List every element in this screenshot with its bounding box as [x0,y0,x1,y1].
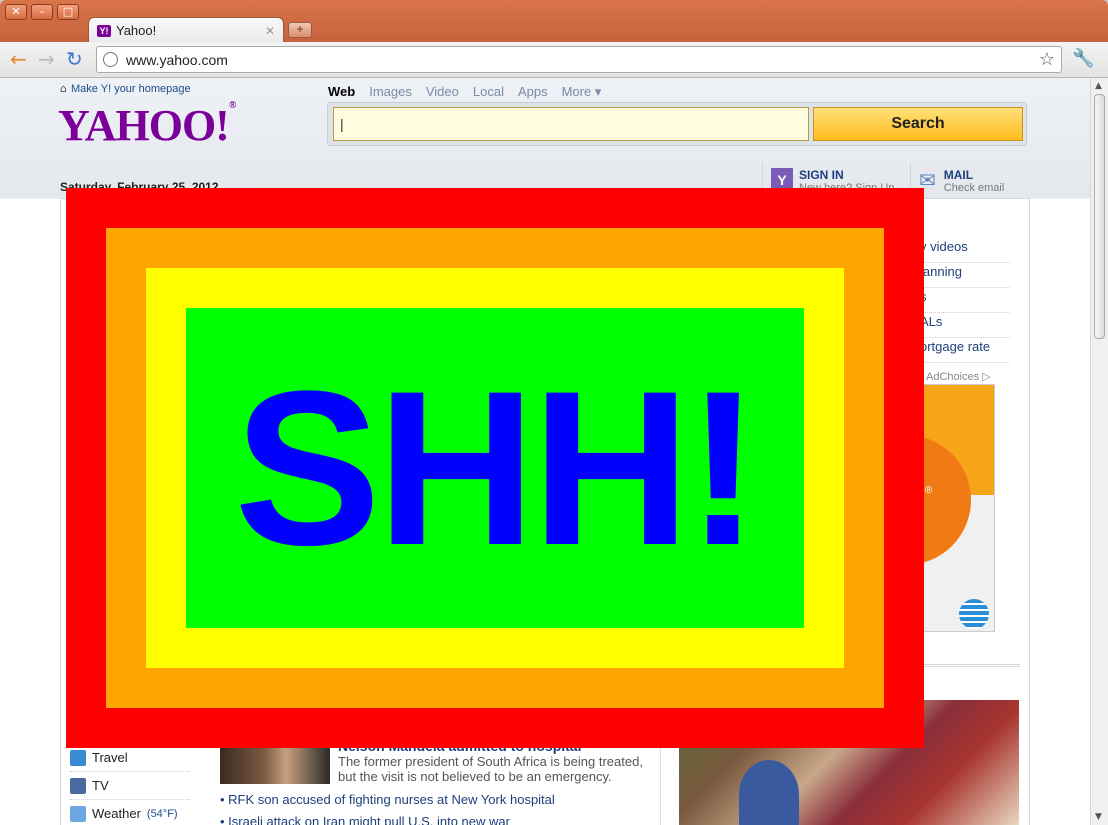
weather-temperature: (54°F) [146,807,178,820]
back-arrow-icon[interactable]: ← [10,48,27,70]
ad-registered-mark: ® [925,485,933,496]
shh-green-panel: SHH! [186,308,804,628]
yahoo-logo[interactable]: YAHOO!® [58,100,237,151]
left-nav: Travel TV Weather (54°F) [70,744,190,825]
weather-icon [70,805,86,822]
reload-icon[interactable]: ↻ [66,48,83,70]
att-globe-icon [959,599,989,629]
shh-overlay: SHH! [66,188,924,748]
tab-more[interactable]: More ▾ [562,84,602,100]
close-tab-icon[interactable]: ✕ [265,24,275,38]
wrench-icon[interactable]: 🔧 [1072,48,1094,69]
search-box: | Search [327,102,1027,146]
tab-title: Yahoo! [116,23,157,38]
tab-yahoo[interactable]: Y! Yahoo! ✕ [88,17,284,43]
nav-label: Weather [92,806,141,821]
new-tab-button[interactable]: + [288,22,312,38]
news-link[interactable]: • RFK son accused of fighting nurses at … [220,792,555,807]
star-icon[interactable]: ☆ [1039,49,1055,70]
travel-icon [70,749,86,766]
minimize-window-button[interactable]: – [31,4,53,20]
scroll-down-icon[interactable]: ▼ [1095,812,1102,822]
news-description: The former president of South Africa is … [338,754,643,784]
right-link[interactable]: s [920,288,1010,313]
tab-local[interactable]: Local [473,84,504,100]
shh-yellow-band: SHH! [146,268,844,668]
video-character [739,760,799,825]
right-link[interactable]: lanning [920,263,1010,288]
close-window-button[interactable]: ✕ [5,4,27,20]
tab-images[interactable]: Images [369,84,412,100]
right-link[interactable]: y videos [920,238,1010,263]
globe-icon [103,52,118,67]
url-text[interactable]: www.yahoo.com [126,52,1039,68]
tab-video[interactable]: Video [426,84,459,100]
nav-item-tv[interactable]: TV [70,772,190,800]
scroll-thumb[interactable] [1094,94,1105,339]
address-bar[interactable]: www.yahoo.com ☆ [96,46,1062,73]
tv-icon [70,777,86,794]
maximize-window-button[interactable]: □ [57,4,79,20]
tab-web[interactable]: Web [328,84,355,100]
nav-label: TV [92,778,109,793]
mail-subtitle: Check email [943,182,1005,194]
shh-text: SHH! [234,345,760,591]
home-icon: ⌂ [60,82,67,95]
search-tabs: Web Images Video Local Apps More ▾ [328,84,601,100]
right-link[interactable]: ortgage rate [920,338,1010,363]
page-scrollbar[interactable]: ▲ ▼ [1090,78,1108,825]
tab-apps[interactable]: Apps [518,84,548,100]
sign-in-title: SIGN IN [799,168,844,182]
logo-registered-mark: ® [228,100,237,111]
browser-toolbar: ← → ↻ www.yahoo.com ☆ 🔧 [0,42,1108,78]
make-homepage-link[interactable]: ⌂ Make Y! your homepage [60,82,191,95]
news-thumbnail[interactable] [220,744,330,784]
yahoo-favicon-icon: Y! [97,24,111,37]
adchoices-link[interactable]: AdChoices ▷ [926,370,991,383]
nav-label: Travel [92,750,128,765]
forward-arrow-icon[interactable]: → [38,48,55,70]
nav-item-weather[interactable]: Weather (54°F) [70,800,190,825]
make-homepage-label: Make Y! your homepage [70,82,191,95]
nav-item-travel[interactable]: Travel [70,744,190,772]
window-buttons: ✕ – □ [5,4,79,20]
right-link[interactable]: ALs [920,313,1010,338]
logo-text: YAHOO! [58,101,230,150]
mail-panel[interactable]: ✉ MAIL Check email [910,162,1030,200]
mail-title: MAIL [943,168,974,182]
shh-orange-band: SHH! [106,228,884,708]
news-link[interactable]: • Israeli attack on Iran might pull U.S.… [220,814,510,825]
right-links-list: y videos lanning s ALs ortgage rate [920,238,1010,363]
window-titlebar: ✕ – □ Y! Yahoo! ✕ + [0,0,1108,43]
search-input[interactable]: | [333,107,809,141]
scroll-up-icon[interactable]: ▲ [1095,81,1102,91]
search-button[interactable]: Search [813,107,1023,141]
